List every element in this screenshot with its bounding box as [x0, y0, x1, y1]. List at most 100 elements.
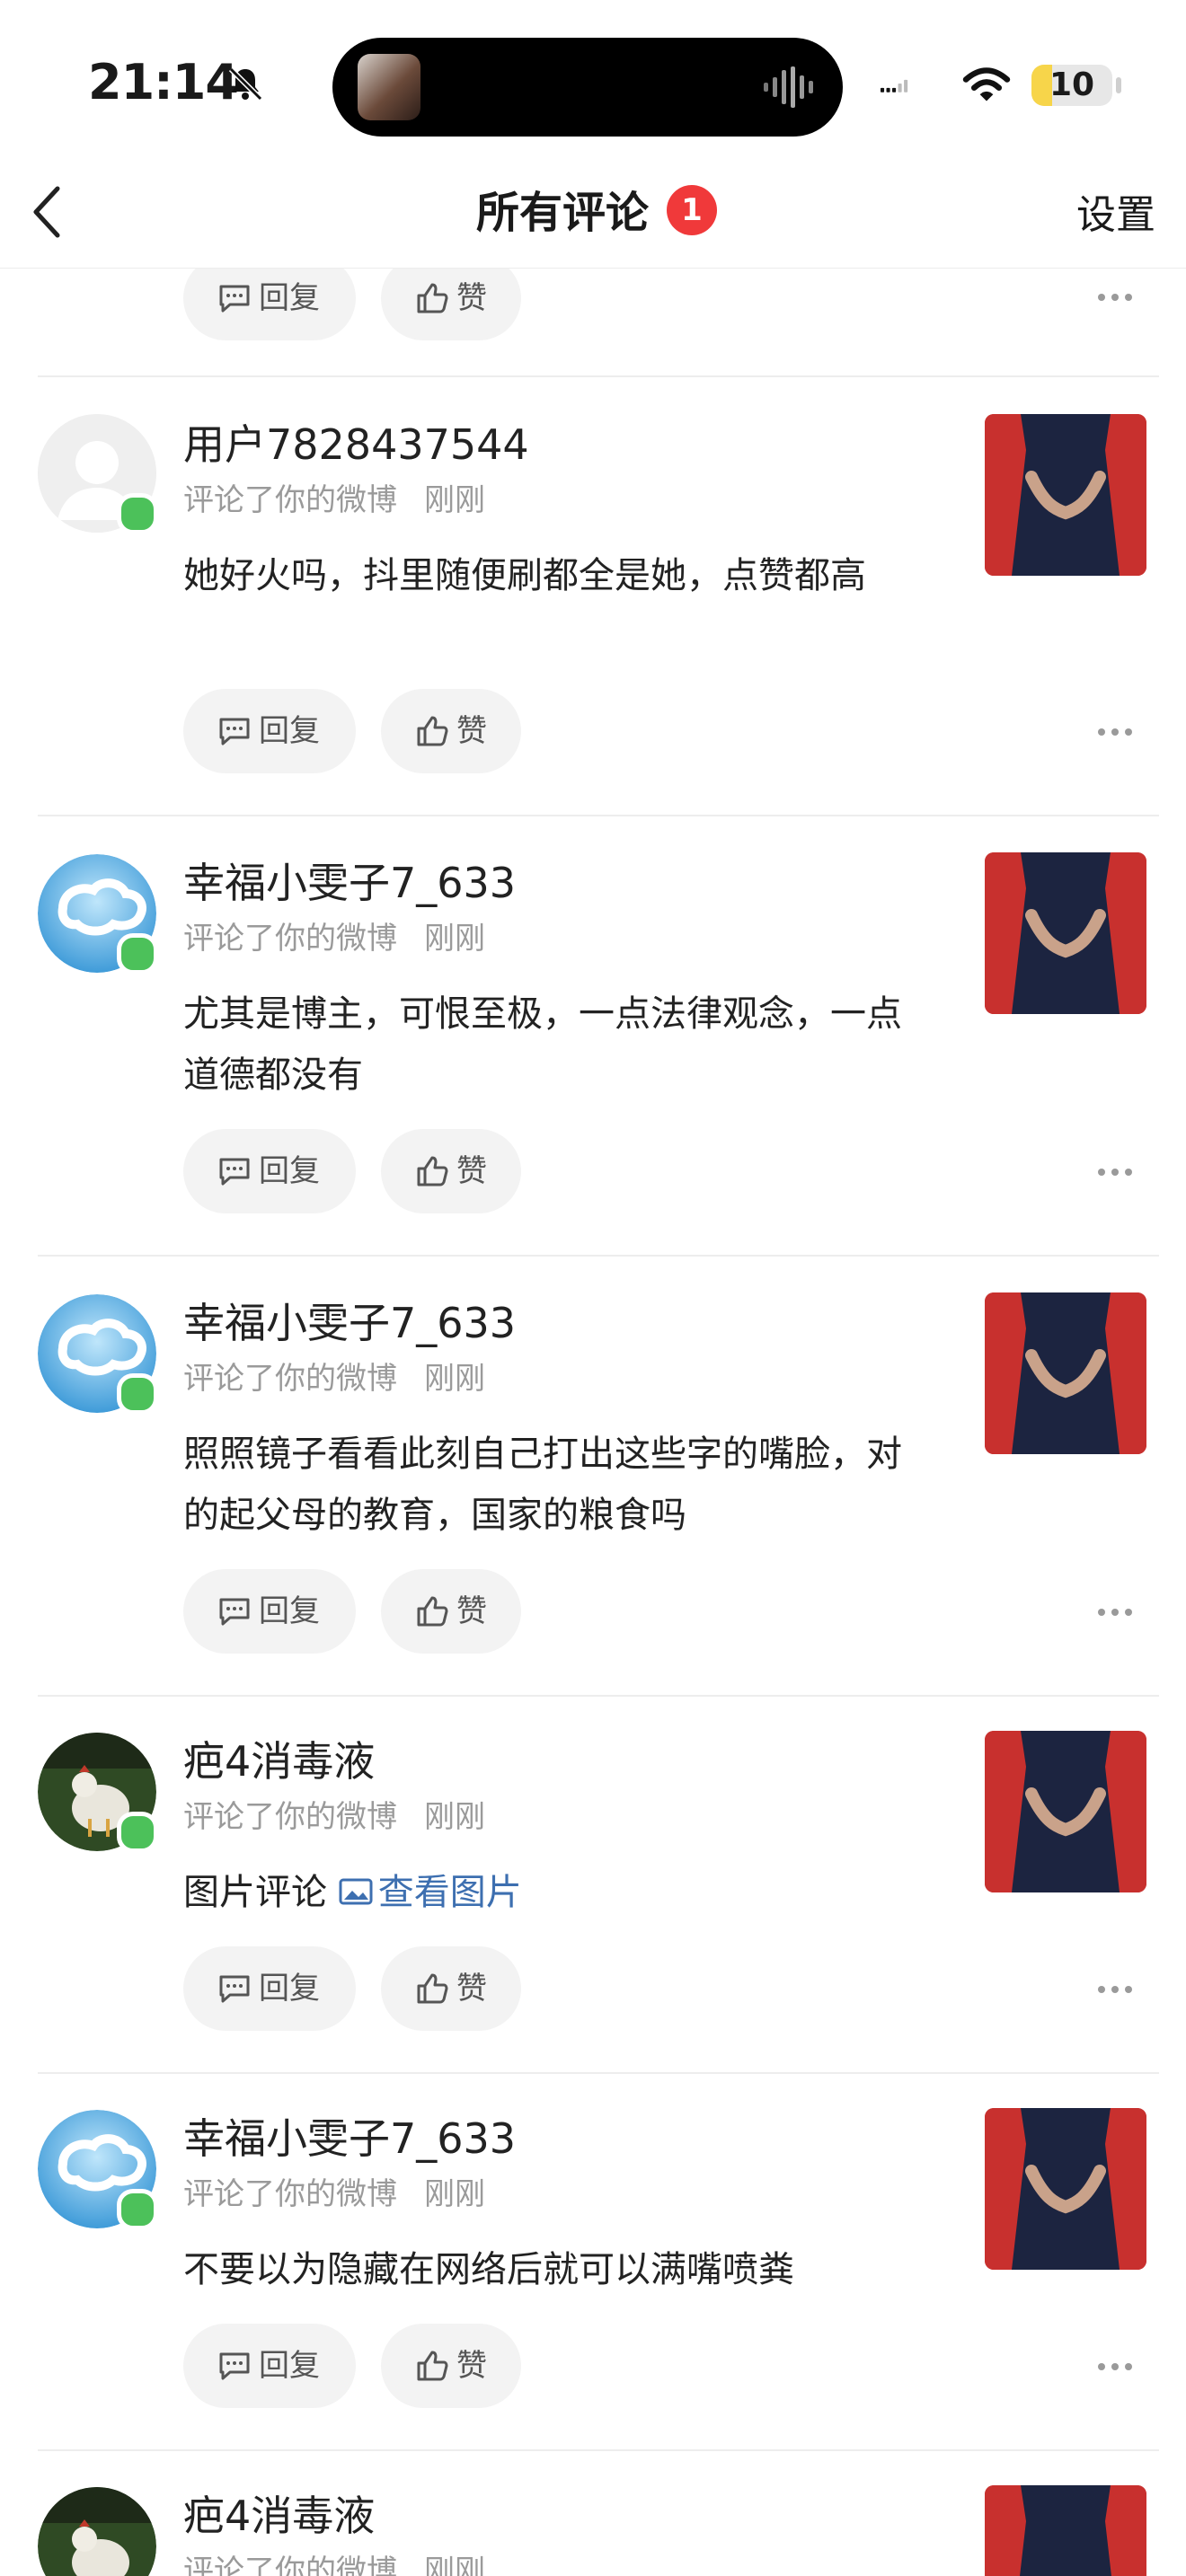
more-options-icon[interactable] [1098, 294, 1134, 303]
comment-time: 刚刚 [424, 482, 485, 518]
like-label: 赞 [456, 2348, 487, 2384]
more-options-icon[interactable] [1098, 1986, 1134, 1995]
online-indicator [117, 1373, 158, 1415]
reply-label: 回复 [259, 1153, 320, 1189]
view-image-label: 查看图片 [377, 1872, 522, 1913]
reply-bubble-icon [219, 1158, 250, 1186]
like-button[interactable]: 赞 [381, 2324, 521, 2408]
view-image-link[interactable]: 查看图片 [339, 1872, 522, 1913]
nav-header: 所有评论 1 设置 [0, 162, 1186, 269]
dress-photo [985, 852, 1146, 1014]
more-options-icon[interactable] [1098, 728, 1134, 737]
reply-label: 回复 [259, 1971, 320, 2007]
thumbs-up-icon [417, 1596, 448, 1627]
username[interactable]: 疤4消毒液 [183, 2489, 375, 2543]
settings-button[interactable]: 设置 [1076, 189, 1155, 243]
comment-time: 刚刚 [424, 2176, 485, 2212]
divider [38, 815, 1159, 816]
divider [38, 1695, 1159, 1697]
chicken-avatar-icon [38, 2487, 156, 2576]
online-indicator [117, 2189, 158, 2230]
comment-action: 评论了你的微博 [183, 1799, 397, 1835]
dress-photo [985, 2108, 1146, 2270]
comment-action: 评论了你的微博 [183, 482, 397, 518]
more-options-icon[interactable] [1098, 1169, 1134, 1178]
avatar[interactable] [38, 2487, 156, 2576]
comment-text-body: 图片评论 [183, 1872, 327, 1913]
comment-text: 她好火吗，抖里随便刷都全是她，点赞都高 [183, 555, 866, 596]
like-label: 赞 [456, 280, 487, 316]
thumbs-up-icon [417, 1973, 448, 2004]
like-button[interactable]: 赞 [381, 1129, 521, 1213]
back-arrow-icon[interactable] [27, 181, 66, 243]
like-button[interactable]: 赞 [381, 269, 521, 340]
reply-button[interactable]: 回复 [183, 1129, 356, 1213]
page-title: 所有评论 [476, 188, 650, 238]
post-thumbnail[interactable] [985, 2485, 1146, 2576]
thumbs-up-icon [417, 283, 448, 313]
like-label: 赞 [456, 1971, 487, 2007]
like-button[interactable]: 赞 [381, 689, 521, 773]
reply-bubble-icon [219, 1975, 250, 2003]
comments-feed[interactable]: 回复 赞 用户7828437544 评论了你的微博 刚刚 她好火吗，抖里随便刷都全… [0, 269, 1186, 2576]
reply-label: 回复 [259, 2348, 320, 2384]
username[interactable]: 幸福小雯子7_633 [183, 856, 516, 910]
like-label: 赞 [456, 713, 487, 749]
comment-time: 刚刚 [424, 1361, 485, 1397]
battery-percent: 10 [1049, 66, 1095, 103]
post-thumbnail[interactable] [985, 1292, 1146, 1454]
comment-text: 照照镜子看看此刻自己打出这些字的嘴脸，对的起父母的教育，国家的粮食吗 [183, 1434, 902, 1536]
like-button[interactable]: 赞 [381, 1946, 521, 2031]
comment-time: 刚刚 [424, 1799, 485, 1835]
comment-meta: 评论了你的微博 刚刚 [183, 1797, 485, 1837]
reply-bubble-icon [219, 2352, 250, 2380]
post-thumbnail[interactable] [985, 2108, 1146, 2270]
reply-button[interactable]: 回复 [183, 269, 356, 340]
like-button[interactable]: 赞 [381, 1569, 521, 1654]
dress-photo [985, 2485, 1146, 2576]
reply-bubble-icon [219, 285, 250, 313]
status-time: 21:14 [88, 54, 239, 110]
wifi-icon [962, 67, 1011, 101]
post-thumbnail[interactable] [985, 414, 1146, 576]
reply-button[interactable]: 回复 [183, 1569, 356, 1654]
reply-label: 回复 [259, 1593, 320, 1629]
more-options-icon[interactable] [1098, 2363, 1134, 2372]
online-indicator [117, 1812, 158, 1853]
dynamic-island[interactable] [332, 38, 843, 137]
thumbs-up-icon [417, 716, 448, 746]
post-thumbnail[interactable] [985, 1731, 1146, 1892]
battery-cap [1116, 77, 1121, 93]
like-label: 赞 [456, 1593, 487, 1629]
username[interactable]: 用户7828437544 [183, 418, 529, 472]
comment-meta: 评论了你的微博 刚刚 [183, 2552, 485, 2576]
online-indicator [117, 933, 158, 975]
more-options-icon[interactable] [1098, 1609, 1134, 1618]
comment-meta: 评论了你的微博 刚刚 [183, 919, 485, 958]
reply-bubble-icon [219, 1598, 250, 1626]
unread-badge: 1 [667, 185, 717, 235]
reply-label: 回复 [259, 280, 320, 316]
dress-photo [985, 414, 1146, 576]
thumbs-up-icon [417, 1156, 448, 1187]
comment-meta: 评论了你的微博 刚刚 [183, 2175, 485, 2214]
reply-button[interactable]: 回复 [183, 689, 356, 773]
silent-bell-icon [228, 66, 263, 101]
divider [38, 1255, 1159, 1257]
reply-button[interactable]: 回复 [183, 2324, 356, 2408]
audio-waveform-icon [764, 66, 813, 108]
battery-indicator: 10 [1031, 65, 1112, 106]
divider [38, 2072, 1159, 2074]
comment-time: 刚刚 [424, 2554, 485, 2576]
reply-button[interactable]: 回复 [183, 1946, 356, 2031]
image-icon [339, 1878, 373, 1905]
divider [38, 2449, 1159, 2451]
comment-text: 图片评论 查看图片 [183, 1862, 920, 1923]
username[interactable]: 幸福小雯子7_633 [183, 2112, 516, 2166]
thumbs-up-icon [417, 2351, 448, 2381]
username[interactable]: 疤4消毒液 [183, 1734, 375, 1788]
username[interactable]: 幸福小雯子7_633 [183, 1296, 516, 1350]
post-thumbnail[interactable] [985, 852, 1146, 1014]
reply-label: 回复 [259, 713, 320, 749]
dress-photo [985, 1731, 1146, 1892]
